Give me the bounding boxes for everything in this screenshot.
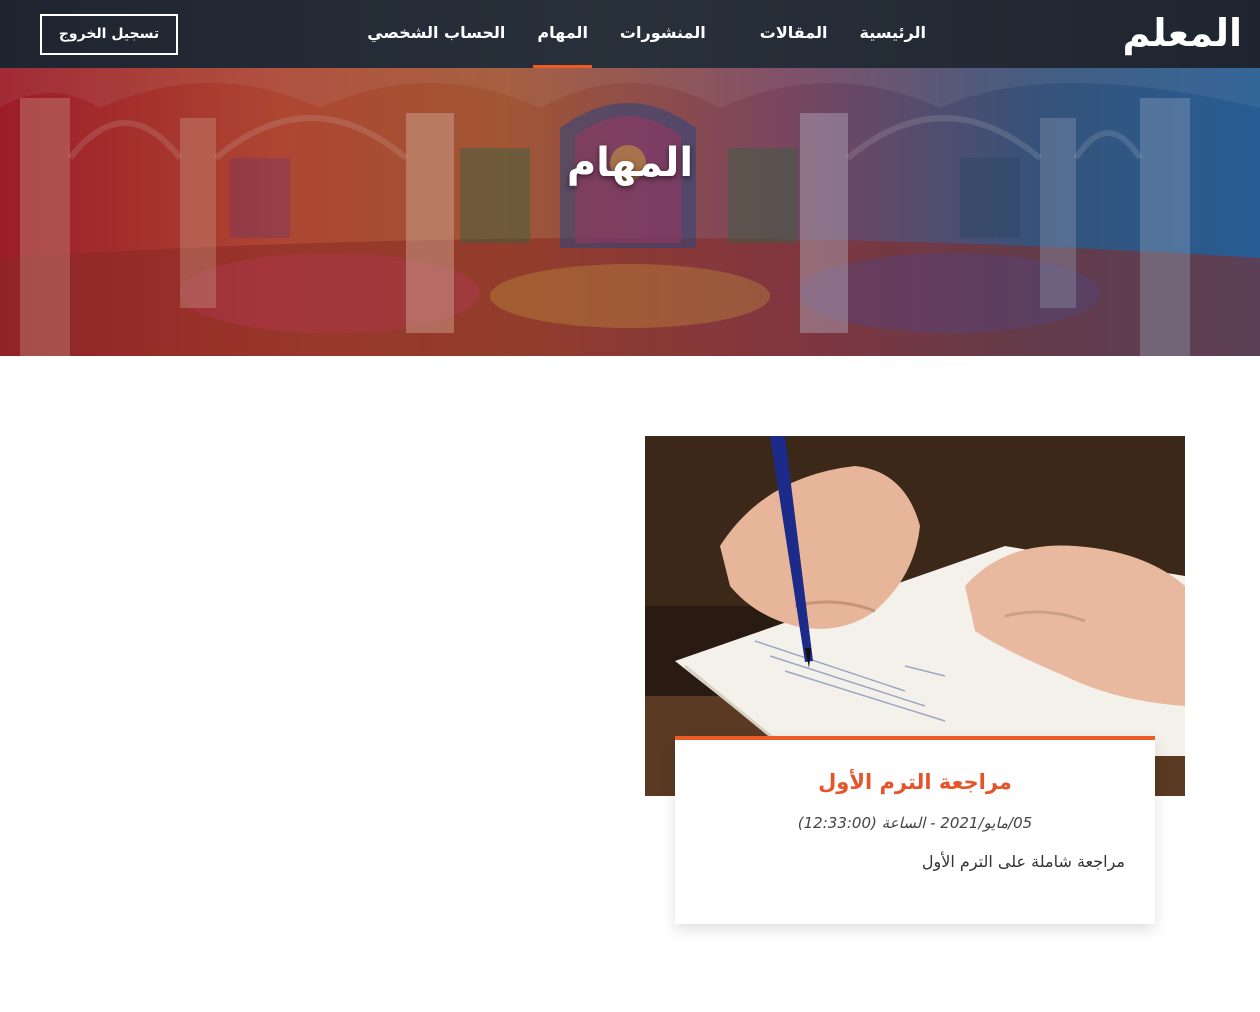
task-description: مراجعة شاملة على الترم الأول: [921, 852, 1125, 871]
nav-item-profile[interactable]: الحساب الشخصي: [351, 0, 521, 68]
logout-button[interactable]: تسجيل الخروج: [40, 14, 178, 55]
page-title: المهام: [566, 140, 694, 186]
nav-item-articles[interactable]: المقالات: [744, 0, 844, 68]
mosque-interior-image: [0, 68, 1260, 356]
task-title[interactable]: مراجعة الترم الأول: [705, 766, 1125, 798]
main-nav: الرئيسية المقالات المنشورات المهام الحسا…: [351, 0, 942, 68]
task-card: مراجعة الترم الأول 05/مايو/2021 - الساعة…: [675, 736, 1155, 924]
nav-item-tasks[interactable]: المهام: [521, 0, 604, 68]
task-date: 05/مايو/2021 - الساعة (12:33:00): [797, 814, 1033, 832]
nav-item-home[interactable]: الرئيسية: [844, 0, 943, 68]
nav-item-posts[interactable]: المنشورات: [604, 0, 722, 68]
top-navbar: المعلم الرئيسية المقالات المنشورات المها…: [0, 0, 1260, 68]
site-logo[interactable]: المعلم: [1122, 8, 1242, 58]
hero-banner: المهام: [0, 68, 1260, 356]
